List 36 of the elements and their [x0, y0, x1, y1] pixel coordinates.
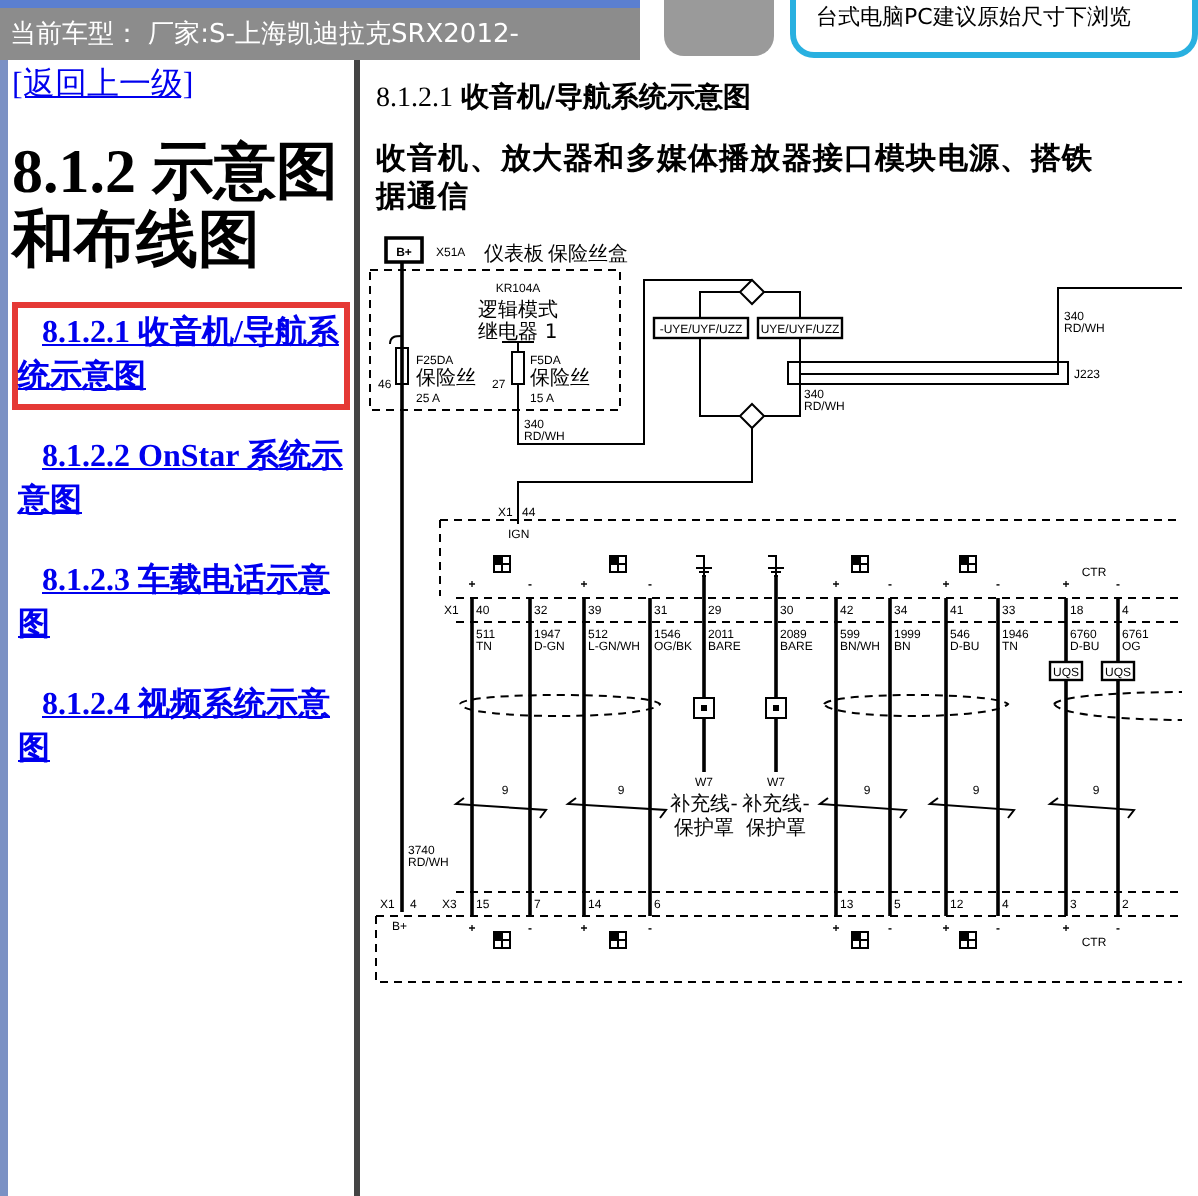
section-title: 收音机/导航系统示意图: [461, 82, 752, 114]
section-link[interactable]: 8.1.2.2 OnStar 系统示意图: [12, 426, 350, 534]
speaker-icon: [851, 555, 869, 573]
ground-icon: [695, 555, 713, 577]
section-number: 8.1.2.1: [376, 84, 453, 114]
ground-icon: [767, 555, 785, 577]
shield-icon: [765, 697, 787, 719]
shield-outline: [1053, 691, 1182, 721]
relay-name: 逻辑模式: [478, 300, 558, 322]
vehicle-label: 当前车型： 厂家:S-上海凯迪拉克SRX2012-: [10, 18, 519, 52]
section-link[interactable]: 8.1.2.3 车载电话示意图: [12, 550, 350, 658]
shield-icon: [693, 697, 715, 719]
shield-name: 补充线-: [670, 794, 738, 816]
fuse-type: 保险丝: [416, 368, 476, 390]
speaker-icon: [959, 931, 977, 949]
speaker-icon: [609, 555, 627, 573]
section-link[interactable]: 8.1.2.1 收音机/导航系统示意图: [12, 302, 350, 410]
relay-name: 继电器 1: [478, 322, 558, 344]
diagram-title: 据通信: [376, 178, 472, 216]
speaker-icon: [959, 555, 977, 573]
shield-name: 保护罩: [674, 818, 734, 840]
speaker-icon: [493, 931, 511, 949]
fuse-type: 保险丝: [530, 368, 590, 390]
section-link[interactable]: 8.1.2.4 视频系统示意图: [12, 674, 350, 782]
fuse-block-name: 仪表板: [484, 244, 544, 266]
speaker-icon: [609, 931, 627, 949]
fuse-block-name: 保险丝盒: [548, 244, 628, 266]
speaker-icon: [851, 931, 869, 949]
shield-name: 保护罩: [746, 818, 806, 840]
speaker-icon: [493, 555, 511, 573]
diagram-title: 收音机、放大器和多媒体播放器接口模块电源、搭铁: [376, 140, 1096, 178]
mascot-picture-placeholder: [664, 0, 774, 56]
notice-text: 台式电脑PC建议原始尺寸下浏览: [814, 2, 1131, 32]
page-heading: 8.1.2 示意图和布线图: [12, 138, 340, 274]
shield-name: 补充线-: [742, 794, 810, 816]
back-link[interactable]: [返回上一级]: [12, 64, 194, 106]
